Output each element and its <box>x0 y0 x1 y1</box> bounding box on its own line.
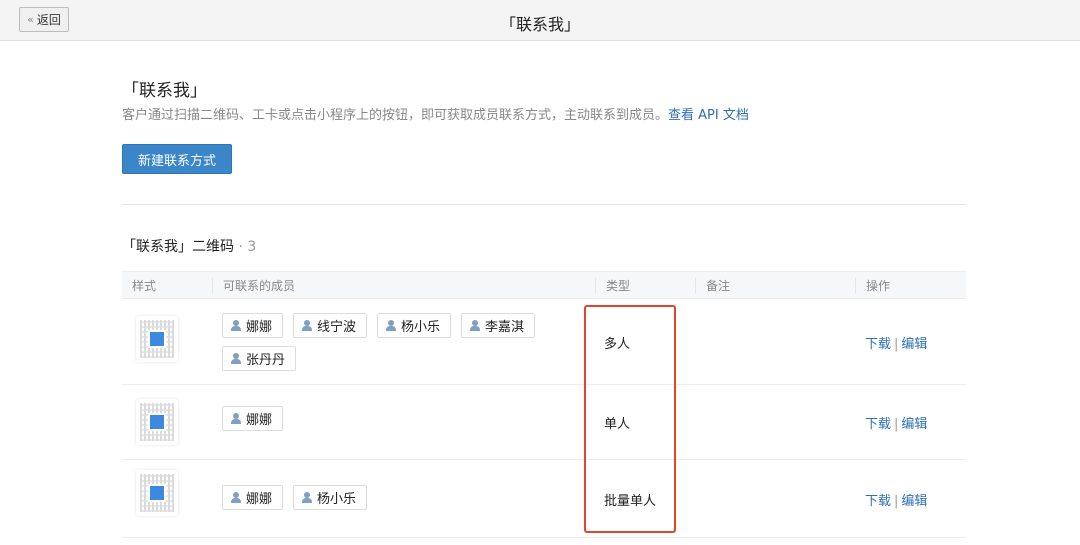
member-tag: 娜娜 <box>222 485 284 510</box>
divider <box>122 204 966 205</box>
header-members: 可联系的成员 <box>212 278 295 294</box>
person-icon <box>470 320 481 331</box>
header-type: 类型 <box>595 278 630 294</box>
actions-cell: 下载 | 编辑 <box>865 494 928 509</box>
member-name: 娜娜 <box>246 320 273 335</box>
member-name: 张丹丹 <box>246 353 286 368</box>
member-name: 线宁波 <box>317 320 357 335</box>
page-title: 「联系我」 <box>122 81 207 101</box>
member-name: 娜娜 <box>246 413 273 428</box>
download-link[interactable]: 下载 <box>865 417 891 432</box>
table-header: 样式 可联系的成员 类型 备注 操作 <box>122 271 966 299</box>
person-icon <box>231 353 241 364</box>
member-name: 李嘉淇 <box>485 320 525 335</box>
section-title: 「联系我」二维码 · 3 <box>122 236 256 256</box>
page-description: 客户通过扫描二维码、工卡或点击小程序上的按钮，即可获取成员联系方式，主动联系到成… <box>122 104 749 123</box>
member-tag: 张丹丹 <box>222 346 297 371</box>
person-icon <box>231 492 241 503</box>
actions-cell: 下载 | 编辑 <box>865 337 928 352</box>
top-bar: «返回 「联系我」 <box>0 0 1080 41</box>
qr-code-thumbnail[interactable] <box>136 316 178 362</box>
highlight-box <box>584 305 676 533</box>
member-list: 娜娜 线宁波 杨小乐 李嘉淇张丹丹 <box>222 313 562 371</box>
header-actions: 操作 <box>855 278 890 294</box>
description-text: 客户通过扫描二维码、工卡或点击小程序上的按钮，即可获取成员联系方式，主动联系到成… <box>122 108 669 123</box>
table-row: 娜娜 线宁波 杨小乐 李嘉淇 张丹丹 多人 下载 | 编辑 <box>122 299 966 385</box>
member-tag: 杨小乐 <box>293 485 368 510</box>
member-tag: 娜娜 <box>222 406 284 431</box>
edit-link[interactable]: 编辑 <box>901 494 927 509</box>
member-tag: 杨小乐 <box>377 313 452 338</box>
member-tag: 娜娜 <box>222 313 284 338</box>
window-title: 「联系我」 <box>499 15 580 34</box>
member-list: 娜娜 杨小乐 <box>222 485 562 510</box>
person-icon <box>386 320 397 331</box>
table-row: 娜娜 杨小乐 批量单人 下载 | 编辑 <box>122 460 966 538</box>
member-name: 杨小乐 <box>401 320 441 335</box>
person-icon <box>231 413 241 424</box>
member-list: 娜娜 <box>222 406 562 431</box>
new-contact-button[interactable]: 新建联系方式 <box>122 144 232 174</box>
member-tag: 李嘉淇 <box>461 313 536 338</box>
download-link[interactable]: 下载 <box>865 494 891 509</box>
qr-code-thumbnail[interactable] <box>136 470 178 516</box>
actions-cell: 下载 | 编辑 <box>865 417 928 432</box>
member-name: 杨小乐 <box>317 492 357 507</box>
section-count: · 3 <box>238 239 257 255</box>
person-icon <box>302 492 313 503</box>
person-icon <box>231 320 241 331</box>
download-link[interactable]: 下载 <box>865 337 891 352</box>
api-doc-link[interactable]: 查看 API 文档 <box>668 108 749 123</box>
edit-link[interactable]: 编辑 <box>901 417 927 432</box>
member-name: 娜娜 <box>246 492 273 507</box>
qr-code-thumbnail[interactable] <box>136 399 178 445</box>
header-style: 样式 <box>132 279 157 293</box>
member-tag: 线宁波 <box>293 313 368 338</box>
table-row: 娜娜 单人 下载 | 编辑 <box>122 385 966 460</box>
edit-link[interactable]: 编辑 <box>901 337 927 352</box>
person-icon <box>302 320 313 331</box>
section-title-text: 「联系我」二维码 <box>122 239 234 255</box>
header-note: 备注 <box>695 278 730 294</box>
